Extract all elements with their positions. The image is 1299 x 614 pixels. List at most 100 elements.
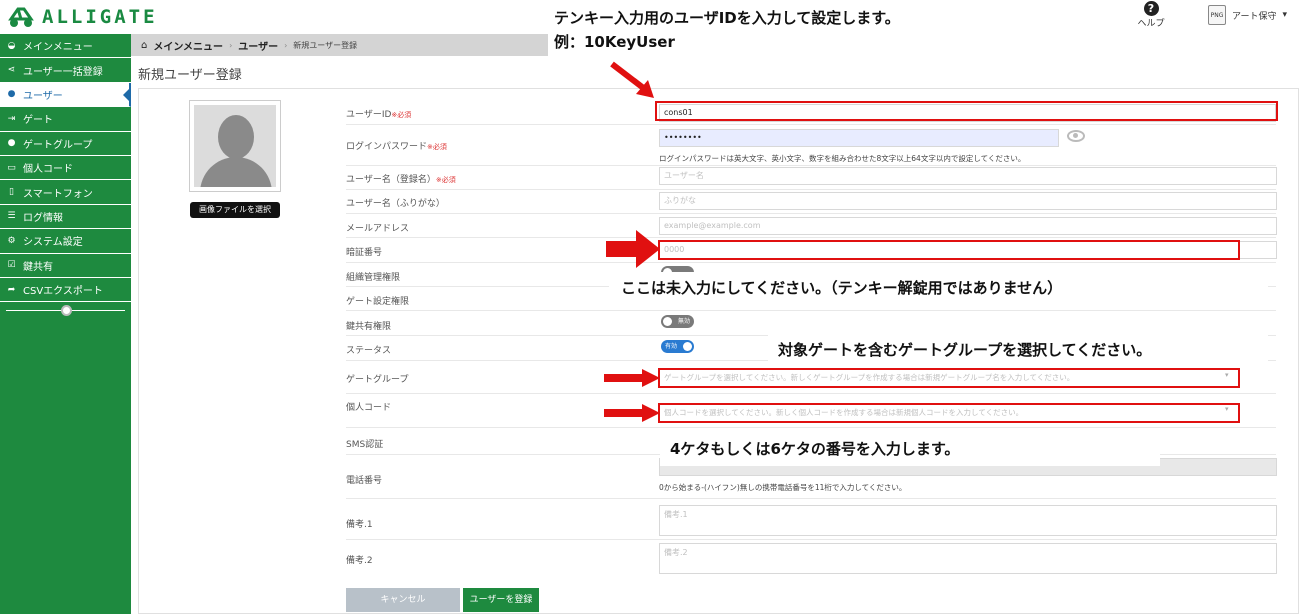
avatar-placeholder-icon [194,105,276,187]
sidebar-item-personal-codes[interactable]: ▭ 個人コード [0,156,131,181]
brand-name: ALLIGATE [42,6,158,28]
sidebar-item-label: CSVエクスポート [23,286,103,298]
register-user-button[interactable]: ユーザーを登録 [463,588,539,612]
row-divider [346,262,1276,263]
note1-textarea[interactable]: 備考.1 [659,505,1277,536]
row-divider [346,539,1276,540]
password-label: ログインパスワード※必須 [346,142,447,152]
breadcrumb-current: 新規ユーザー登録 [293,40,358,50]
pin-highlight [658,240,1240,260]
sidebar-item-label: ユーザー一括登録 [23,66,103,78]
note1-label: 備考.1 [346,520,373,530]
sidebar-item-system-settings[interactable]: ⚙ システム設定 [0,229,131,254]
password-input[interactable]: •••••••• [659,129,1059,147]
share-icon: ⋖ [7,65,16,76]
status-toggle[interactable]: 有効 [661,340,694,353]
sidebar-item-label: スマートフォン [23,188,93,200]
row-divider [346,427,1276,428]
sidebar-item-logs[interactable]: ☰ ログ情報 [0,205,131,230]
user-name: アート保守 [1232,11,1277,22]
gate-group-highlight [658,368,1240,388]
breadcrumb-home[interactable]: メインメニュー [153,38,223,53]
help-button[interactable]: ? ヘルプ [1136,1,1166,29]
check-square-icon: ☑ [7,260,16,271]
row-divider [346,498,1276,499]
gate-group-label: ゲートグループ [346,375,409,385]
sidebar-item-label: ゲートグループ [23,139,93,151]
arrow-icon [610,61,654,98]
pin-label: 暗証番号 [346,248,383,258]
sidebar-width-slider[interactable] [6,302,125,320]
sidebar-item-label: 鍵共有 [23,261,53,273]
user-icon: ● [7,89,16,100]
breadcrumb-separator: › [229,40,233,50]
row-divider [346,213,1276,214]
sign-in-icon: ⇥ [7,113,16,124]
password-hint: ログインパスワードは英大文字、英小文字、数字を組み合わせた8文字以上64文字以内… [659,154,1026,163]
user-kana-label: ユーザー名（ふりがな） [346,199,445,209]
dashboard-icon: ◒ [7,40,16,51]
sidebar-item-csv-export[interactable]: ➦ CSVエクスポート [0,278,131,303]
sidebar-item-bulk-register[interactable]: ⋖ ユーザー一括登録 [0,58,131,83]
sidebar-item-label: ユーザー [23,90,63,102]
annotation-line: テンキー入力用のユーザIDを入力して設定します。 [554,9,900,27]
arrow-icon [604,404,660,422]
user-id-highlight [655,101,1278,121]
slider-knob[interactable] [61,305,72,317]
key-share-toggle[interactable]: 無効 [661,315,694,328]
annotation-gate-group: 対象ゲートを含むゲートグループを選択してください。 [768,334,1268,366]
annotation-pin: ここは未入力にしてください。（テンキー解錠用ではありません） [609,272,1268,304]
sidebar-item-main-menu[interactable]: ◒ メインメニュー [0,34,131,59]
arrow-icon [604,369,660,387]
help-label: ヘルプ [1137,19,1165,29]
gear-icon: ⚙ [7,235,16,246]
caret-down-icon: ▾ [1282,10,1287,20]
key-share-label: 鍵共有権限 [346,322,392,332]
sidebar-item-users[interactable]: ● ユーザー [0,82,131,108]
gate-admin-label: ゲート設定権限 [346,297,410,307]
breadcrumb-separator: › [284,40,288,50]
brand-logo[interactable]: ALLIGATE [8,6,158,28]
sidebar-item-key-share[interactable]: ☑ 鍵共有 [0,254,131,278]
user-menu[interactable]: PNG アート保守 ▾ [1208,5,1287,25]
row-divider [346,124,1276,125]
org-admin-label: 組織管理権限 [346,273,401,283]
list-icon: ☰ [7,211,16,222]
sidebar-item-smartphones[interactable]: ▯ スマートフォン [0,180,131,205]
card-icon: ▭ [7,162,16,173]
annotation-user-id: テンキー入力用のユーザIDを入力して設定します。 例：10KeyUser [548,6,1044,58]
row-divider [346,165,1276,166]
status-label: ステータス [346,346,392,356]
user-name-input[interactable]: ユーザー名 [659,167,1277,185]
png-file-icon: PNG [1208,5,1226,25]
sidebar-item-label: メインメニュー [23,42,93,54]
eye-icon[interactable] [1067,130,1085,142]
sms-label: SMS認証 [346,440,384,450]
sidebar-item-gate-groups[interactable]: ● ゲートグループ [0,132,131,156]
user-id-label: ユーザーID※必須 [346,110,412,120]
sidebar-item-gates[interactable]: ⇥ ゲート [0,107,131,132]
sidebar: ◒ メインメニュー ⋖ ユーザー一括登録 ● ユーザー ⇥ ゲート ● ゲートグ… [0,34,131,614]
row-divider [346,189,1276,190]
gate-logo-icon [8,7,34,27]
page-title: 新規ユーザー登録 [138,68,242,83]
annotation-personal-code: 4ケタもしくは6ケタの番号を入力します。 [660,432,1160,466]
arrow-icon [606,230,660,268]
cancel-button[interactable]: キャンセル [346,588,460,612]
sidebar-item-label: システム設定 [23,237,83,249]
share-arrow-icon: ➦ [7,284,16,295]
row-divider [346,237,1276,238]
select-image-button[interactable]: 画像ファイルを選択 [190,202,280,218]
user-kana-input[interactable]: ふりがな [659,192,1277,210]
smartphone-icon: ▯ [9,187,14,198]
email-label: メールアドレス [346,224,410,234]
note2-textarea[interactable]: 備考.2 [659,543,1277,574]
row-divider [346,310,1276,311]
phone-label: 電話番号 [346,476,383,486]
question-icon: ? [1143,1,1159,16]
personal-code-highlight [658,403,1240,423]
breadcrumb-users[interactable]: ユーザー [238,38,278,53]
avatar [189,100,281,192]
email-input[interactable]: example@example.com [659,217,1277,235]
sidebar-item-label: ログ情報 [23,212,63,224]
